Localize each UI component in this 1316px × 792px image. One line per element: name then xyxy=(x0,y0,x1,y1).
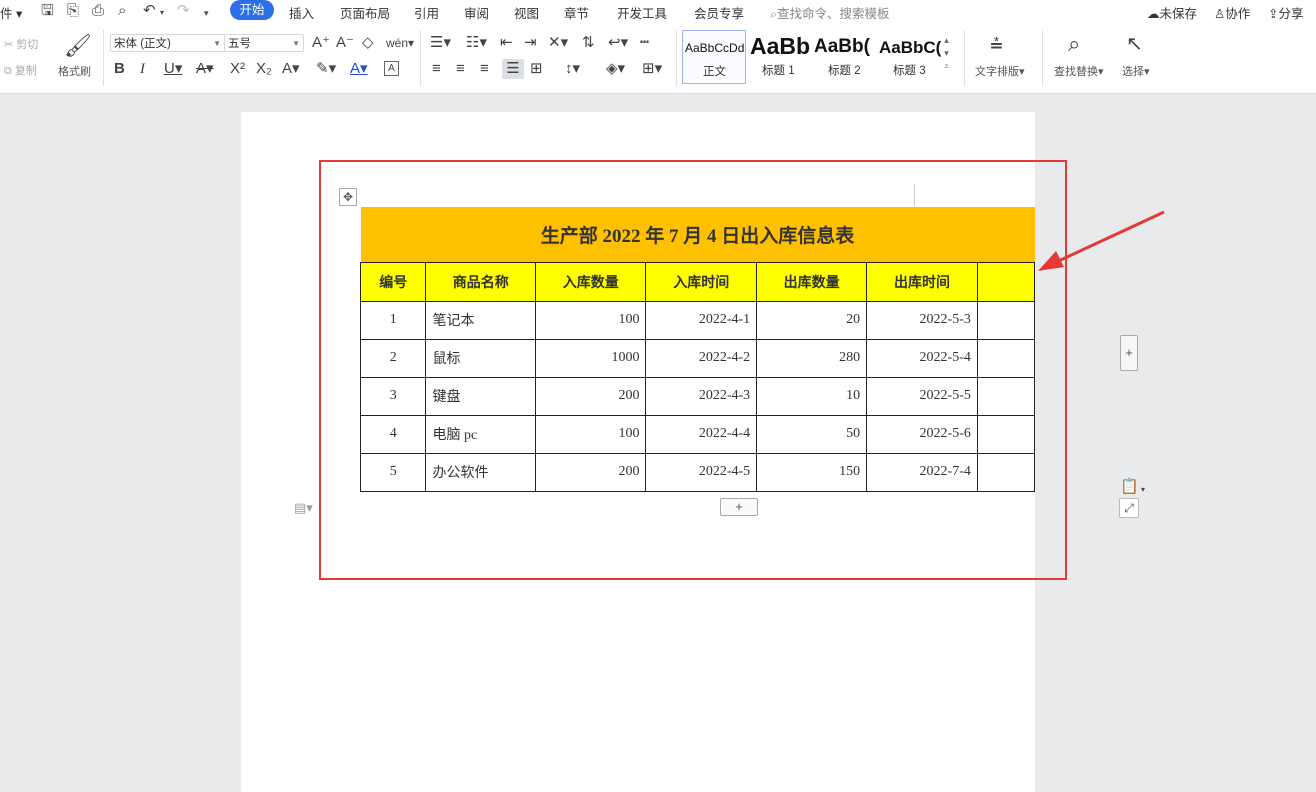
decrease-indent-icon[interactable]: ⇤ xyxy=(500,35,513,51)
scissors-icon: ✂ xyxy=(4,39,14,51)
tab-review[interactable]: 审阅 xyxy=(464,3,489,22)
ribbon-divider xyxy=(1042,30,1043,86)
shrink-font-icon[interactable]: A⁻ xyxy=(336,35,354,51)
shading-icon[interactable]: ◈▾ xyxy=(606,61,625,77)
share-button[interactable]: ⇪分享 xyxy=(1268,3,1304,22)
highlight-box xyxy=(319,160,1067,580)
format-painter-button[interactable]: 格式刷 xyxy=(58,63,91,79)
italic-icon[interactable]: I xyxy=(140,61,145,77)
distribute-icon[interactable]: ⊞ xyxy=(530,61,543,77)
tab-page-layout[interactable]: 页面布局 xyxy=(340,3,390,22)
export-icon[interactable]: ⎘ xyxy=(67,3,79,19)
grow-font-icon[interactable]: A⁺ xyxy=(312,35,330,51)
expand-icon[interactable]: ⤢ xyxy=(1119,498,1139,518)
show-marks-icon[interactable]: ↩▾ xyxy=(608,35,628,51)
subscript-icon[interactable]: X₂ xyxy=(256,61,272,77)
align-center-icon[interactable]: ≡ xyxy=(456,61,465,77)
underline-icon[interactable]: U▾ xyxy=(164,61,182,77)
style-heading-2[interactable]: AaBb( 标题 2 xyxy=(814,30,878,84)
cut-button[interactable]: ✂ 剪切 xyxy=(4,36,38,52)
undo-icon[interactable]: ↶ xyxy=(143,3,156,19)
format-painter-icon[interactable]: 🖌 xyxy=(64,34,92,58)
tab-developer[interactable]: 开发工具 xyxy=(617,3,667,22)
char-border-icon[interactable]: A xyxy=(384,61,399,76)
unsaved-status[interactable]: ☁未保存 xyxy=(1147,3,1197,22)
tab-member[interactable]: 会员专享 xyxy=(694,3,744,22)
style-heading-3[interactable]: AaBbC( 标题 3 xyxy=(879,30,943,84)
style-heading-1[interactable]: AaBb 标题 1 xyxy=(748,30,812,84)
print-icon[interactable]: ⎙ xyxy=(92,3,104,19)
pinyin-icon[interactable]: wén▾ xyxy=(386,35,414,51)
text-layout-button[interactable]: 文字排版▾ xyxy=(975,63,1025,79)
justify-icon[interactable]: ☰ xyxy=(502,59,524,79)
preview-icon[interactable]: ⌕ xyxy=(118,3,126,19)
collaborate-button[interactable]: ♙协作 xyxy=(1214,3,1250,22)
tab-home[interactable]: 开始 xyxy=(230,0,274,20)
chevron-down-icon[interactable]: ▾ xyxy=(1141,482,1145,498)
paragraph-layout-icon[interactable]: ▤▾ xyxy=(294,500,313,516)
bullet-list-icon[interactable]: ☰▾ xyxy=(430,35,451,51)
align-right-icon[interactable]: ≡ xyxy=(480,61,489,77)
ribbon-divider xyxy=(676,30,677,86)
superscript-icon[interactable]: X² xyxy=(230,61,245,77)
increase-indent-icon[interactable]: ⇥ xyxy=(524,35,537,51)
sort-icon[interactable]: ⇅ xyxy=(582,35,595,51)
text-layout-icon[interactable]: ⩮ xyxy=(990,32,1003,56)
text-effect-icon[interactable]: A▾ xyxy=(282,61,300,77)
person-icon: ♙ xyxy=(1214,7,1226,21)
cloud-icon: ☁ xyxy=(1147,7,1160,21)
redo-icon[interactable]: ↷ xyxy=(177,3,190,19)
numbered-list-icon[interactable]: ☷▾ xyxy=(466,35,487,51)
quick-access-dropdown-icon[interactable]: ▾ xyxy=(204,5,209,21)
style-normal[interactable]: AaBbCcDd 正文 xyxy=(682,30,746,84)
menu-bar: 件 ▾ 🖫 ⎘ ⎙ ⌕ ↶ ▾ ↷ ▾ 开始 插入 页面布局 引用 审阅 视图 … xyxy=(0,0,1316,22)
ribbon-divider xyxy=(420,30,421,86)
tab-view[interactable]: 视图 xyxy=(514,3,539,22)
save-icon[interactable]: 🖫 xyxy=(41,3,54,19)
copy-icon: ⧉ xyxy=(4,65,12,77)
paste-options-icon[interactable]: 📋 xyxy=(1120,479,1139,495)
font-color-icon[interactable]: A▾ xyxy=(350,61,368,77)
file-menu[interactable]: 件 ▾ xyxy=(0,3,22,22)
tab-chapter[interactable]: 章节 xyxy=(564,3,589,22)
font-name-select[interactable]: 宋体 (正文) ▼ xyxy=(110,34,225,52)
add-column-button[interactable]: + xyxy=(1120,335,1138,371)
tab-references[interactable]: 引用 xyxy=(414,3,439,22)
chevron-down-icon: ▼ xyxy=(292,39,300,48)
tab-insert[interactable]: 插入 xyxy=(289,3,314,22)
line-spacing-icon[interactable]: ↕▾ xyxy=(565,61,580,77)
strikethrough-icon[interactable]: A▾ xyxy=(196,61,214,77)
copy-button[interactable]: ⧉ 复制 xyxy=(4,62,37,78)
magnifier-icon[interactable]: ⌕ xyxy=(1068,32,1080,56)
highlight-icon[interactable]: ✎▾ xyxy=(316,61,336,77)
command-search[interactable]: ⌕查找命令、搜索模板 xyxy=(770,3,890,22)
align-left-icon[interactable]: ≡ xyxy=(432,61,441,77)
bold-icon[interactable]: B xyxy=(114,61,125,77)
cursor-icon[interactable]: ↖ xyxy=(1126,32,1143,56)
chevron-down-icon: ▼ xyxy=(213,39,221,48)
ribbon-divider xyxy=(964,30,965,86)
ribbon-home: ✂ 剪切 ⧉ 复制 🖌 格式刷 宋体 (正文) ▼ 五号 ▼ A⁺ A⁻ ◇ wén… xyxy=(0,22,1316,94)
clear-format-icon[interactable]: ◇ xyxy=(362,35,374,51)
borders-icon[interactable]: ⊞▾ xyxy=(642,61,662,77)
chinese-layout-icon[interactable]: ✕▾ xyxy=(548,35,568,51)
undo-dropdown-icon[interactable]: ▾ xyxy=(160,5,164,21)
search-icon: ⌕ xyxy=(770,7,778,21)
tab-stop-icon[interactable]: ┅ xyxy=(640,35,649,51)
ribbon-divider xyxy=(103,30,104,86)
font-size-select[interactable]: 五号 ▼ xyxy=(224,34,304,52)
share-icon: ⇪ xyxy=(1268,7,1279,21)
find-replace-button[interactable]: 查找替换▾ xyxy=(1054,63,1104,79)
select-button[interactable]: 选择▾ xyxy=(1122,63,1150,79)
styles-scroll-icon[interactable]: ▴ ▾ ⩡ xyxy=(944,34,949,73)
annotation-arrow-icon xyxy=(1038,210,1165,271)
